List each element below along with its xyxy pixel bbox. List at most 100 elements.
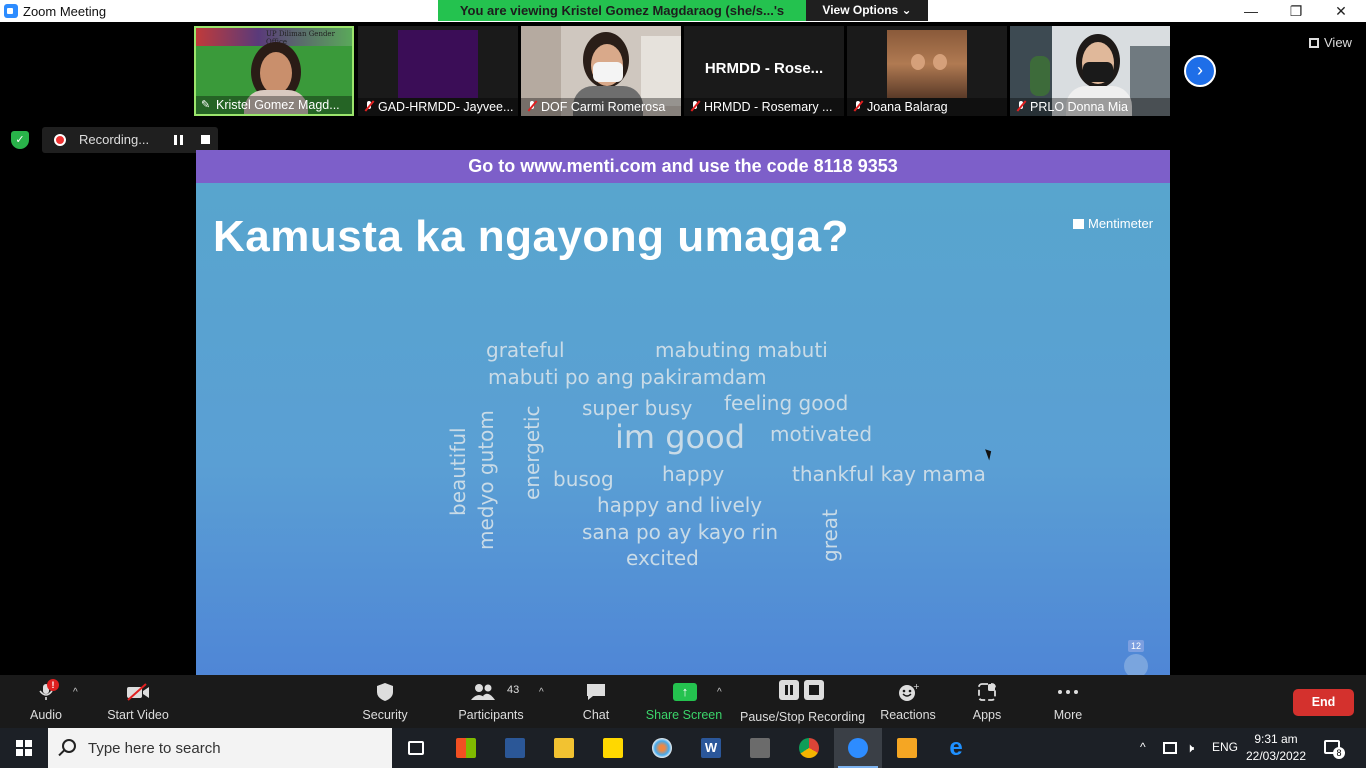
more-label: More: [1053, 708, 1083, 722]
participant-name-overlay: HRMDD - Rose...: [704, 60, 824, 77]
calculator-icon: [750, 738, 770, 758]
participants-label: Participants: [458, 708, 524, 722]
audio-label: Audio: [30, 708, 62, 722]
task-view-button[interactable]: [392, 728, 440, 768]
pause-stop-recording-button[interactable]: Pause/Stop Recording: [740, 675, 865, 728]
start-video-label: Start Video: [107, 708, 169, 722]
taskbar-zoom[interactable]: [834, 728, 882, 768]
audio-button[interactable]: ! Audio: [16, 675, 76, 728]
taskbar-chrome[interactable]: [785, 728, 833, 768]
pause-recording-icon[interactable]: [174, 135, 183, 145]
participant-thumb-jayvee[interactable]: GAD-HRMDD- Jayvee...: [358, 26, 518, 116]
word-cloud-item: excited: [626, 546, 699, 570]
participants-count: 43: [507, 684, 520, 696]
taskbar-search-box[interactable]: Type here to search: [48, 728, 392, 768]
participant-video-placeholder: [398, 30, 478, 98]
face-mask: [593, 62, 623, 82]
taskbar-store[interactable]: [442, 728, 490, 768]
share-screen-button[interactable]: ↑ Share Screen: [644, 675, 724, 728]
recording-indicator: Recording...: [42, 127, 218, 153]
zoom-app-icon: [4, 4, 18, 18]
language-indicator[interactable]: ENG: [1212, 740, 1238, 754]
chrome-icon: [799, 738, 819, 758]
task-view-icon: [408, 741, 424, 755]
participant-thumb-rosemary[interactable]: HRMDD - Rose... HRMDD - Rosemary ...: [684, 26, 844, 116]
taskbar-app-chart[interactable]: [491, 728, 539, 768]
close-button[interactable]: ✕: [1318, 0, 1364, 22]
minimize-button[interactable]: —: [1228, 0, 1274, 22]
system-clock[interactable]: 9:31 am 22/03/2022: [1240, 731, 1312, 765]
security-button[interactable]: Security: [355, 675, 415, 728]
edge-icon: e: [949, 734, 963, 761]
audio-alert-badge: !: [47, 679, 59, 691]
thumb-name-label: PRLO Donna Mia: [1010, 98, 1170, 116]
taskbar-edge[interactable]: e: [932, 728, 980, 768]
clock-time: 9:31 am: [1254, 732, 1298, 746]
stop-recording-icon[interactable]: [201, 135, 210, 144]
thumb-name-label: DOF Carmi Romerosa: [521, 98, 681, 116]
more-dots-icon: [1058, 690, 1078, 694]
participant-thumb-donna[interactable]: PRLO Donna Mia: [1010, 26, 1170, 116]
next-page-arrow-icon[interactable]: ›: [1184, 55, 1216, 87]
taskbar-calculator[interactable]: [736, 728, 784, 768]
word-cloud-item: thankful kay mama: [792, 462, 986, 486]
apps-icon: [978, 683, 996, 701]
grid-view-icon: [1309, 38, 1319, 48]
audio-options-caret-icon[interactable]: ^: [73, 687, 78, 698]
windows-logo-icon: [16, 740, 32, 756]
word-cloud-item: happy and lively: [597, 493, 763, 517]
voter-count-badge: 12: [1128, 640, 1144, 652]
participant-face: [933, 54, 947, 70]
view-button[interactable]: View: [1300, 30, 1360, 56]
word-cloud-item: super busy: [582, 396, 693, 420]
volume-icon[interactable]: 🕨: [1186, 740, 1194, 756]
participants-button[interactable]: 43 Participants: [452, 675, 530, 728]
participant-thumb-carmi[interactable]: DOF Carmi Romerosa: [521, 26, 681, 116]
participant-thumb-joana[interactable]: Joana Balarag: [847, 26, 1007, 116]
taskbar-word[interactable]: W: [687, 728, 735, 768]
network-icon[interactable]: [1163, 742, 1177, 754]
taskbar-file-explorer[interactable]: [540, 728, 588, 768]
end-meeting-button[interactable]: End: [1293, 689, 1354, 716]
room-window: [641, 36, 681, 106]
encryption-shield-icon[interactable]: ✓: [11, 131, 29, 149]
show-hidden-icons-caret-icon[interactable]: ^: [1140, 740, 1146, 754]
security-label: Security: [362, 708, 408, 722]
taskbar-paint[interactable]: [638, 728, 686, 768]
restore-button[interactable]: ❐: [1273, 0, 1319, 22]
notifications-icon[interactable]: 8: [1324, 740, 1345, 759]
start-button[interactable]: [0, 728, 48, 768]
chat-bubble-icon: [587, 684, 605, 700]
slide-question: Kamusta ka ngayong umaga?: [213, 212, 849, 261]
word-cloud-item: great: [818, 509, 842, 562]
mentimeter-logo: Mentimeter: [1073, 216, 1153, 231]
share-options-caret-icon[interactable]: ^: [717, 687, 722, 698]
word-cloud-item: feeling good: [724, 391, 849, 415]
chat-button[interactable]: Chat: [566, 675, 626, 728]
plant: [1030, 56, 1050, 96]
start-video-button[interactable]: Start Video: [100, 675, 176, 728]
word-cloud-item: sana po ay kayo rin: [582, 520, 779, 544]
voter-count: 12: [1122, 640, 1152, 675]
view-options-button[interactable]: View Options ⌄: [806, 0, 928, 21]
participant-thumb-kristel[interactable]: UP Diliman Gender Office Kristel Gomez M…: [194, 26, 354, 116]
media-app-icon: [897, 738, 917, 758]
participant-video: [887, 30, 967, 98]
chat-label: Chat: [582, 708, 610, 722]
clock-date: 22/03/2022: [1245, 749, 1307, 763]
word-cloud-item: mabuting mabuti: [655, 338, 828, 362]
share-arrow-icon: ↑: [673, 683, 697, 701]
windows-taskbar: Type here to search W e ^ 🕨 ENG 9:31 am …: [0, 728, 1366, 768]
taskbar-sticky-notes[interactable]: [589, 728, 637, 768]
participants-options-caret-icon[interactable]: ^: [539, 687, 544, 698]
more-button[interactable]: More: [1040, 675, 1096, 728]
reactions-button[interactable]: + Reactions: [876, 675, 940, 728]
search-placeholder: Type here to search: [88, 740, 221, 757]
word-cloud-item: mabuti po ang pakiramdam: [488, 365, 767, 389]
thumb-name-label: HRMDD - Rosemary ...: [684, 98, 844, 116]
taskbar-media-app[interactable]: [883, 728, 931, 768]
sticky-notes-icon: [603, 738, 623, 758]
window-title: Zoom Meeting: [23, 4, 107, 19]
paint-icon: [652, 738, 672, 758]
apps-button[interactable]: Apps: [960, 675, 1014, 728]
